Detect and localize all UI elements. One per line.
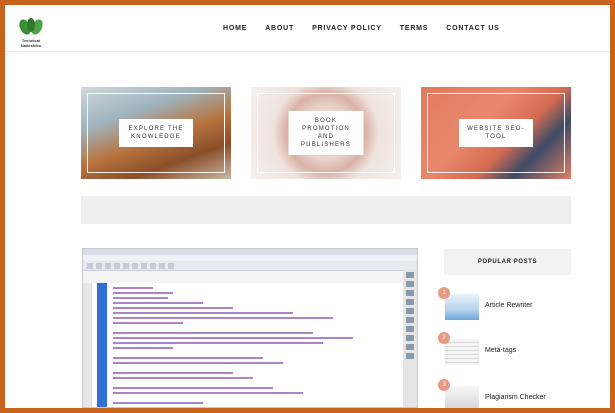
post-title[interactable]: Article Rewriter [485,302,532,309]
code-line [113,347,173,349]
popular-posts-heading: POPULAR POSTS [444,249,571,275]
code-line [113,287,153,289]
post-title[interactable]: Meta-tags [485,347,516,354]
code-line [113,342,323,344]
tile-caption: BOOK PROMOTION AND PUBLISHERS [288,111,364,155]
code-line [113,317,333,319]
editor-toolbar [83,261,417,271]
post-thumbnail[interactable] [445,294,479,320]
popular-post-item[interactable]: 3 Plagiarism Checker [438,379,578,408]
logo-text: Technical Nadeshiko [20,38,42,48]
popular-post-item[interactable]: 1 Article Rewriter [438,287,578,327]
code-line [113,332,313,334]
code-line [113,392,303,394]
code-line [113,362,283,364]
code-line [113,402,203,404]
nav-home[interactable]: HOME [223,25,247,32]
tile-caption: EXPLORE THE KNOWLEDGE [119,119,193,147]
featured-tile-knowledge[interactable]: EXPLORE THE KNOWLEDGE [81,87,231,179]
post-thumbnail[interactable] [445,386,479,408]
code-line [113,312,293,314]
nav-terms[interactable]: TERMS [400,25,429,32]
code-line [113,322,183,324]
main-nav: HOME ABOUT PRIVACY POLICY TERMS CONTACT … [223,25,518,32]
editor-gutter [83,283,91,407]
rank-badge: 2 [438,332,450,344]
page-frame: Technical Nadeshiko HOME ABOUT PRIVACY P… [5,5,610,408]
site-logo[interactable]: Technical Nadeshiko [15,17,47,48]
code-line [113,297,168,299]
nav-contact-us[interactable]: CONTACT US [446,25,499,32]
tile-caption: WEBSITE SEO- TOOL [459,119,533,147]
rank-badge: 1 [438,287,450,299]
nav-about[interactable]: ABOUT [265,25,294,32]
nav-privacy-policy[interactable]: PRIVACY POLICY [312,25,382,32]
code-line [113,377,253,379]
header-divider [5,51,610,52]
code-line [113,337,353,339]
post-title[interactable]: Plagiarism Checker [485,394,546,401]
rank-badge: 3 [438,379,450,391]
post-featured-image[interactable] [82,248,418,408]
code-line [113,372,233,374]
ad-placeholder-bar [81,196,571,224]
popular-post-item[interactable]: 2 Meta-tags [438,332,578,372]
editor-tabs [83,271,417,279]
code-line [113,302,203,304]
editor-sidebar [403,269,417,407]
code-line [113,387,273,389]
code-line [113,357,263,359]
editor-line-numbers [97,283,107,407]
featured-tile-book-promotion[interactable]: BOOK PROMOTION AND PUBLISHERS [251,87,401,179]
code-line [113,307,233,309]
leaf-icon [19,18,43,35]
post-thumbnail[interactable] [445,339,479,365]
site-header: Technical Nadeshiko HOME ABOUT PRIVACY P… [5,5,610,51]
code-line [113,292,173,294]
featured-tile-seo-tool[interactable]: WEBSITE SEO- TOOL [421,87,571,179]
